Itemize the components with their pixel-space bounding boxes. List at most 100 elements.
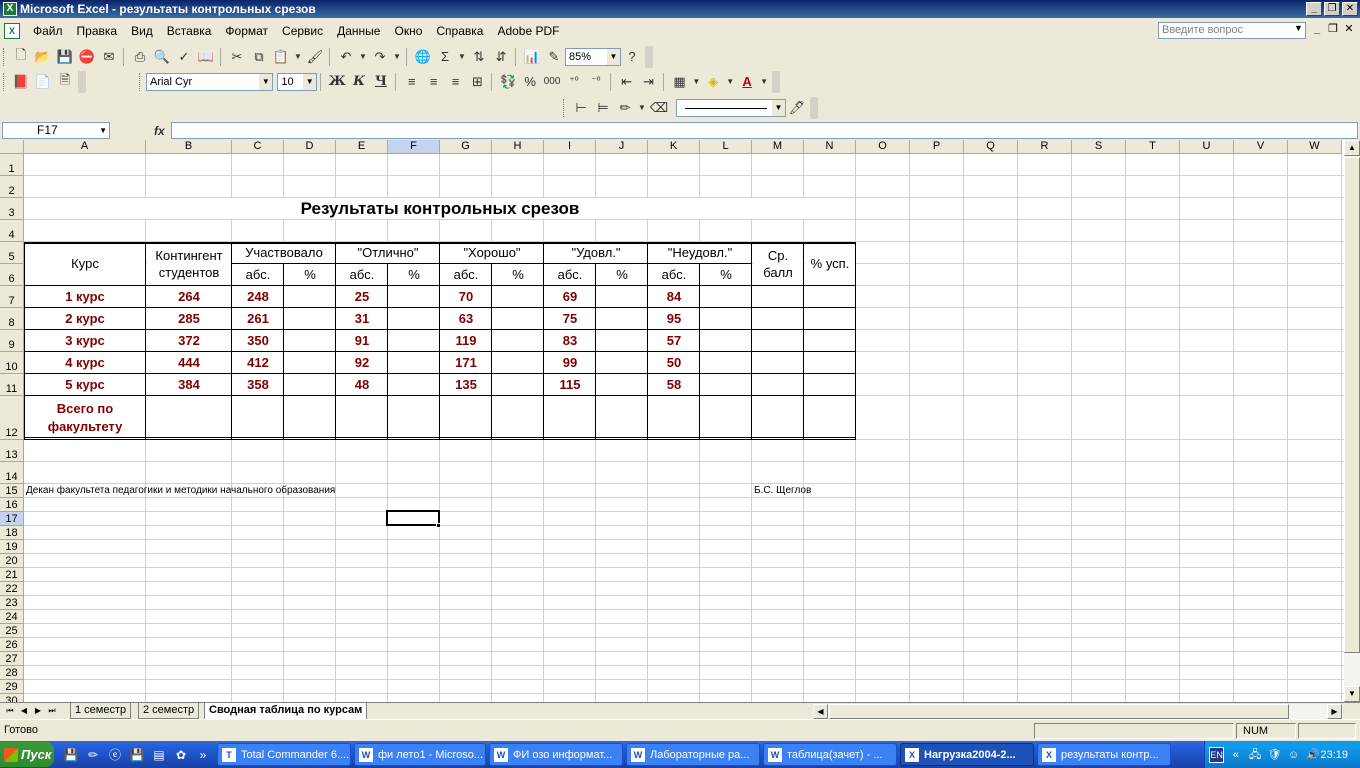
redo-dropdown-icon[interactable]: ▼ bbox=[391, 46, 403, 68]
draw-border-grid-icon[interactable]: ⊨ bbox=[592, 97, 614, 119]
fill-color-icon[interactable]: ◈ bbox=[702, 71, 724, 93]
pdf-email-icon[interactable]: 📄 bbox=[32, 71, 54, 93]
convert-to-pdf-icon[interactable]: 📕 bbox=[10, 71, 32, 93]
menu-tools[interactable]: Сервис bbox=[275, 20, 330, 42]
horizontal-scrollbar[interactable]: ◀ ▶ bbox=[813, 704, 1343, 719]
column-header-l[interactable]: L bbox=[700, 140, 752, 154]
font-name-select[interactable]: Arial Cyr ▼ bbox=[145, 72, 274, 91]
new-icon[interactable]: 🗋 bbox=[10, 46, 32, 68]
start-button[interactable]: Пуск bbox=[0, 742, 54, 767]
column-header-g[interactable]: G bbox=[440, 140, 492, 154]
row-header-5[interactable]: 5 bbox=[0, 242, 24, 264]
row-header-28[interactable]: 28 bbox=[0, 666, 24, 680]
row-header-18[interactable]: 18 bbox=[0, 526, 24, 540]
task-word-table[interactable]: Wтаблица(зачет) - ... bbox=[763, 743, 897, 766]
fill-color-dropdown-icon[interactable]: ▼ bbox=[724, 71, 736, 93]
next-sheet-icon[interactable]: ▶ bbox=[32, 704, 44, 718]
row-header-20[interactable]: 20 bbox=[0, 554, 24, 568]
toolbar-grip[interactable] bbox=[139, 72, 143, 91]
spelling-icon[interactable]: ✓ bbox=[173, 46, 195, 68]
sort-descending-icon[interactable]: ⇵ bbox=[490, 46, 512, 68]
column-header-i[interactable]: I bbox=[544, 140, 596, 154]
menu-format[interactable]: Формат bbox=[218, 20, 275, 42]
chart-wizard-icon[interactable]: 📊 bbox=[521, 46, 543, 68]
column-header-t[interactable]: T bbox=[1126, 140, 1180, 154]
row-header-17[interactable]: 17 bbox=[0, 512, 24, 526]
increase-indent-icon[interactable]: ⇥ bbox=[638, 71, 660, 93]
eraser-icon[interactable]: ⌫ bbox=[648, 97, 670, 119]
paste-icon[interactable]: 📋 bbox=[270, 46, 292, 68]
toolbar-options-icon[interactable] bbox=[78, 70, 86, 93]
spreadsheet-grid[interactable]: A B C D E F G H I J K L M N O P Q R S T U V W 1 2 3 4 5 6 7 8 9 10 11 12 13… bbox=[0, 140, 1344, 702]
tray-network-icon[interactable]: 🖧 bbox=[1248, 747, 1263, 763]
pencil-icon[interactable]: ✏ bbox=[614, 97, 636, 119]
task-word-labs[interactable]: W Лабораторные ра... bbox=[626, 743, 760, 766]
open-icon[interactable]: 📂 bbox=[32, 46, 54, 68]
selected-cell-f17[interactable] bbox=[386, 510, 440, 526]
vertical-scroll-thumb[interactable] bbox=[1344, 157, 1360, 653]
borders-dropdown-icon[interactable]: ▼ bbox=[690, 71, 702, 93]
undo-dropdown-icon[interactable]: ▼ bbox=[357, 46, 369, 68]
toolbar-grip[interactable] bbox=[3, 72, 7, 91]
scroll-up-icon[interactable]: ▲ bbox=[1344, 140, 1360, 156]
insert-function-icon[interactable]: fx bbox=[154, 124, 165, 138]
font-size-select[interactable]: 10 ▼ bbox=[277, 72, 318, 91]
cut-icon[interactable]: ✂ bbox=[226, 46, 248, 68]
row-header-21[interactable]: 21 bbox=[0, 568, 24, 582]
toolbar-options-icon[interactable] bbox=[772, 70, 780, 93]
sheet-tab-summary[interactable]: Сводная таблица по курсам bbox=[204, 703, 368, 720]
row-header-19[interactable]: 19 bbox=[0, 540, 24, 554]
save-icon[interactable]: 💾 bbox=[54, 46, 76, 68]
increase-decimal-icon[interactable]: ⁺⁰ bbox=[563, 71, 585, 93]
column-header-j[interactable]: J bbox=[596, 140, 648, 154]
task-word-fi-leto[interactable]: Wфи лето1 - Microso... bbox=[354, 743, 486, 766]
autosum-dropdown-icon[interactable]: ▼ bbox=[456, 46, 468, 68]
task-excel-results[interactable]: Xрезультаты контр... bbox=[1037, 743, 1171, 766]
row-header-1[interactable]: 1 bbox=[0, 154, 24, 176]
merge-center-icon[interactable]: ⊞ bbox=[466, 71, 488, 93]
tray-messenger-icon[interactable]: ☺ bbox=[1286, 747, 1301, 763]
comma-style-button[interactable]: 000 bbox=[541, 71, 563, 93]
menu-insert[interactable]: Вставка bbox=[160, 20, 219, 42]
minimize-button[interactable]: _ bbox=[1306, 2, 1322, 16]
task-word-fi-ozo[interactable]: W ФИ озо информат... bbox=[489, 743, 623, 766]
clock[interactable]: 23:19 bbox=[1321, 749, 1349, 761]
column-header-p[interactable]: P bbox=[910, 140, 964, 154]
align-left-icon[interactable]: ≡ bbox=[401, 71, 423, 93]
toolbar-grip[interactable] bbox=[3, 47, 7, 66]
bold-button[interactable]: Ж bbox=[326, 71, 348, 93]
workbook-icon[interactable]: X bbox=[4, 23, 20, 39]
column-header-m[interactable]: M bbox=[752, 140, 804, 154]
column-header-k[interactable]: K bbox=[648, 140, 700, 154]
row-header-23[interactable]: 23 bbox=[0, 596, 24, 610]
paste-dropdown-icon[interactable]: ▼ bbox=[292, 46, 304, 68]
draw-border-dropdown-icon[interactable]: ▼ bbox=[636, 97, 648, 119]
toolbar-grip[interactable] bbox=[563, 98, 567, 117]
scroll-right-icon[interactable]: ▶ bbox=[1327, 704, 1342, 719]
copy-icon[interactable]: ⧉ bbox=[248, 46, 270, 68]
menu-edit[interactable]: Правка bbox=[70, 20, 125, 42]
line-style-select[interactable]: ▼ bbox=[676, 98, 786, 117]
column-header-e[interactable]: E bbox=[336, 140, 388, 154]
column-header-n[interactable]: N bbox=[804, 140, 856, 154]
menu-adobe-pdf[interactable]: Adobe PDF bbox=[490, 20, 566, 42]
column-header-u[interactable]: U bbox=[1180, 140, 1234, 154]
fill-handle[interactable] bbox=[436, 523, 441, 528]
currency-icon[interactable]: 💱 bbox=[497, 71, 519, 93]
select-all-corner[interactable] bbox=[0, 140, 24, 154]
column-header-b[interactable]: B bbox=[146, 140, 232, 154]
row-header-4[interactable]: 4 bbox=[0, 220, 24, 242]
task-excel-nagruzka[interactable]: X Нагрузка2004-2... bbox=[900, 743, 1034, 766]
formula-input[interactable] bbox=[170, 122, 1358, 139]
column-header-s[interactable]: S bbox=[1072, 140, 1126, 154]
row-header-26[interactable]: 26 bbox=[0, 638, 24, 652]
borders-icon[interactable]: ▦ bbox=[669, 71, 691, 93]
column-header-c[interactable]: C bbox=[232, 140, 284, 154]
redo-icon[interactable]: ↷ bbox=[369, 46, 391, 68]
draw-border-icon[interactable]: ⊢ bbox=[570, 97, 592, 119]
column-header-f[interactable]: F bbox=[388, 140, 440, 154]
column-header-w[interactable]: W bbox=[1288, 140, 1342, 154]
row-header-2[interactable]: 2 bbox=[0, 176, 24, 198]
percent-style-button[interactable]: % bbox=[519, 71, 541, 93]
align-center-icon[interactable]: ≡ bbox=[423, 71, 445, 93]
